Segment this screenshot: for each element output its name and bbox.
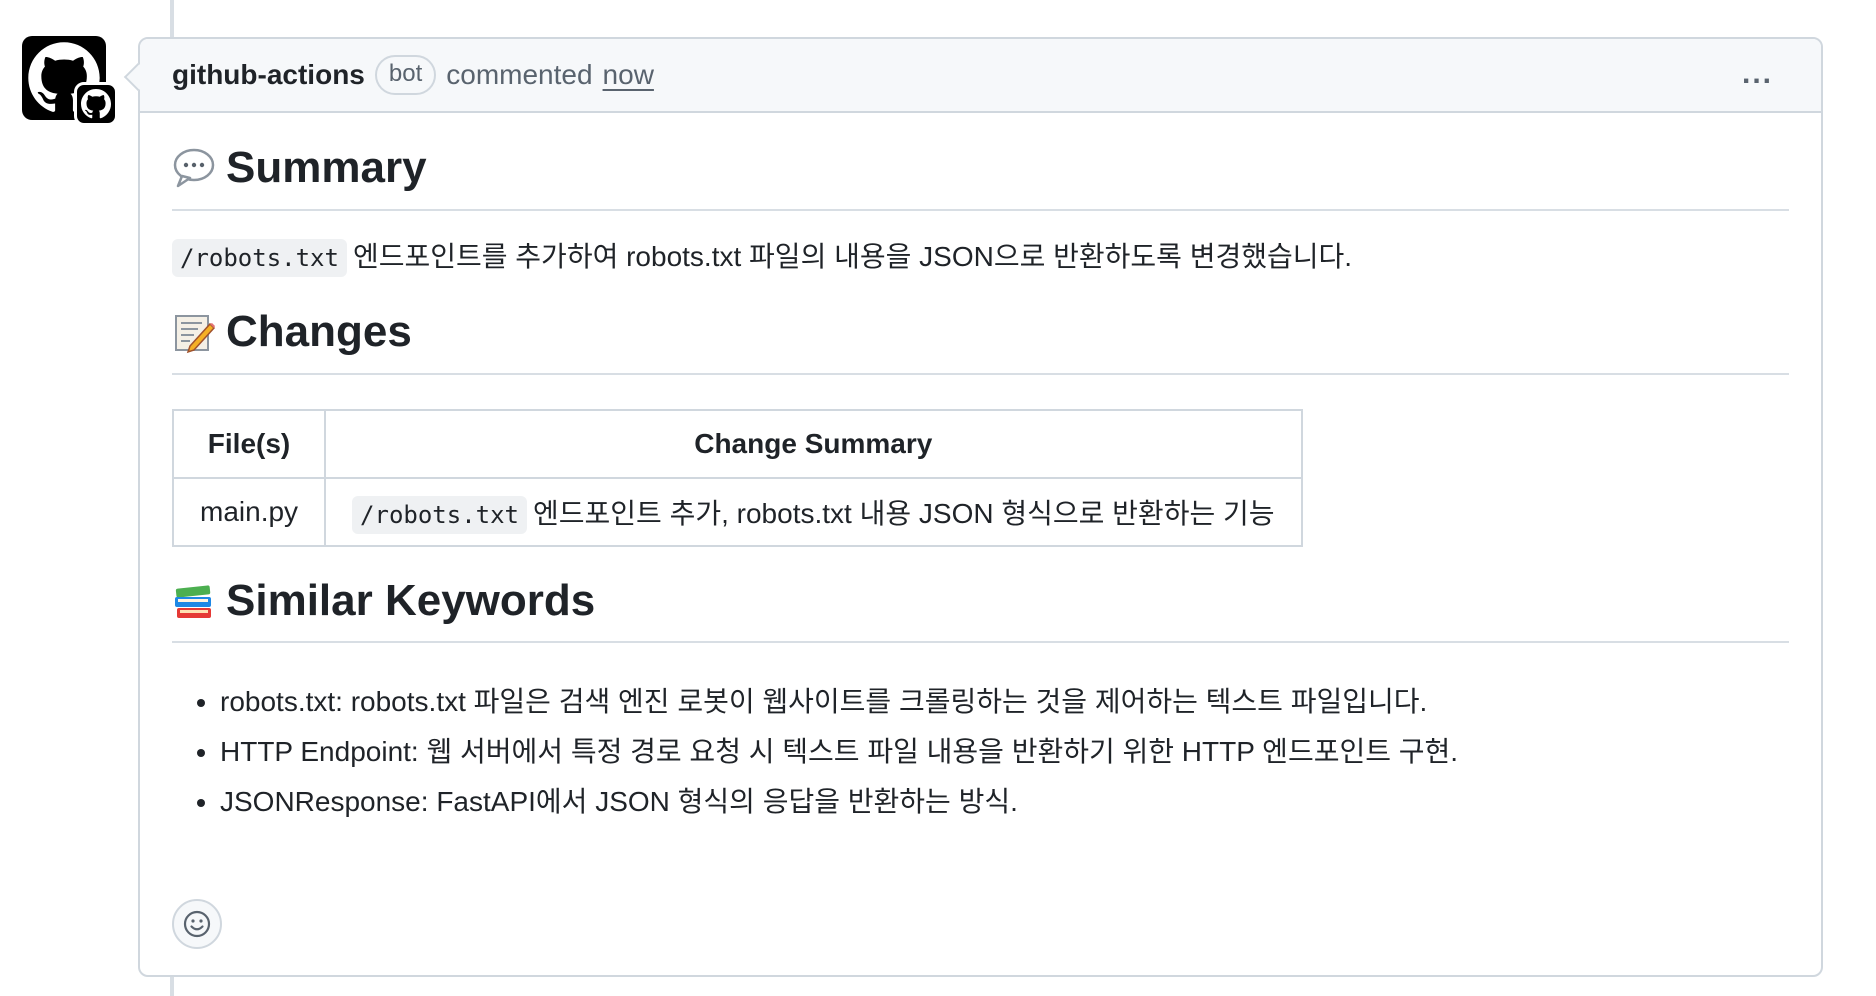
changes-table: File(s) Change Summary main.py /robots.t… bbox=[171, 409, 1303, 547]
table-header-row: File(s) Change Summary bbox=[171, 409, 1303, 479]
changes-title: Changes bbox=[226, 307, 412, 356]
summary-text: /robots.txt 엔드포인트를 추가하여 robots.txt 파일의 내용… bbox=[172, 237, 1789, 277]
column-header-summary: Change Summary bbox=[324, 409, 1303, 479]
table-cell-file: main.py bbox=[171, 477, 327, 547]
more-options-icon[interactable]: ... bbox=[1742, 59, 1773, 89]
comment-action: commented bbox=[446, 59, 593, 90]
keywords-heading: Similar Keywords bbox=[172, 547, 1789, 643]
changes-heading: Changes bbox=[172, 277, 1789, 375]
speech-balloon-icon bbox=[172, 146, 216, 190]
list-item: robots.txt: robots.txt 파일은 검색 엔진 로봇이 웹사이… bbox=[220, 677, 1789, 727]
summary-description: 엔드포인트를 추가하여 robots.txt 파일의 내용을 JSON으로 반환… bbox=[352, 241, 1353, 272]
author-name[interactable]: github-actions bbox=[172, 59, 365, 91]
add-reaction-button[interactable] bbox=[172, 899, 222, 949]
books-icon bbox=[172, 579, 216, 623]
table-row: main.py /robots.txt 엔드포인트 추가, robots.txt … bbox=[171, 477, 1303, 547]
list-item: JSONResponse: FastAPI에서 JSON 형식의 응답을 반환하… bbox=[220, 777, 1789, 827]
keywords-list: robots.txt: robots.txt 파일은 검색 엔진 로봇이 웹사이… bbox=[172, 677, 1789, 827]
inline-code: /robots.txt bbox=[172, 239, 347, 277]
comment-header: github-actions bot commented now ... bbox=[140, 39, 1821, 113]
github-mark-icon bbox=[81, 89, 111, 119]
bot-label: bot bbox=[374, 55, 437, 95]
table-cell-summary-text: 엔드포인트 추가, robots.txt 내용 JSON 형식으로 반환하는 기… bbox=[533, 498, 1275, 529]
inline-code: /robots.txt bbox=[352, 496, 527, 534]
comment-body: Summary /robots.txt 엔드포인트를 추가하여 robots.tx… bbox=[140, 113, 1821, 827]
bot-badge-icon bbox=[74, 82, 118, 126]
list-item: HTTP Endpoint: 웹 서버에서 특정 경로 요청 시 텍스트 파일 … bbox=[220, 727, 1789, 777]
memo-icon bbox=[172, 310, 216, 354]
summary-title: Summary bbox=[226, 143, 427, 192]
keywords-title: Similar Keywords bbox=[226, 576, 596, 625]
summary-heading: Summary bbox=[172, 113, 1789, 211]
smiley-icon bbox=[183, 910, 211, 938]
table-cell-summary: /robots.txt 엔드포인트 추가, robots.txt 내용 JSON … bbox=[324, 477, 1303, 547]
comment-card: github-actions bot commented now ... Sum… bbox=[123, 37, 1823, 977]
column-header-files: File(s) bbox=[171, 409, 327, 479]
comment-timestamp[interactable]: now bbox=[603, 59, 654, 91]
